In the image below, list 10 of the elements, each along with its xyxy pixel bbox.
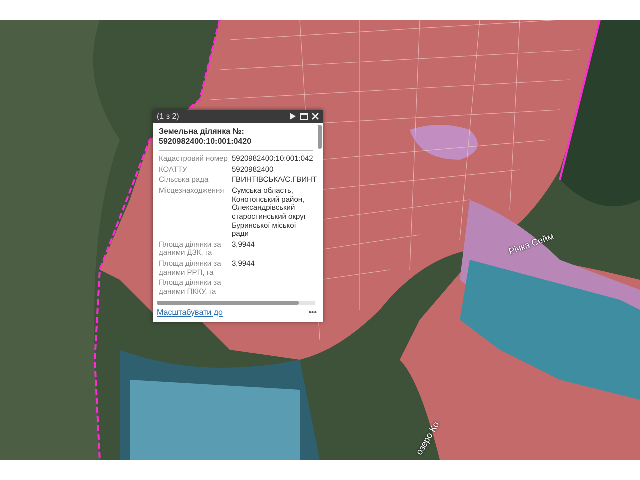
vertical-scrollbar[interactable] <box>318 125 322 149</box>
popup-title: Земельна ділянка №: 5920982400:10:001:0420 <box>159 127 313 152</box>
close-icon[interactable] <box>312 113 319 120</box>
more-menu-button[interactable]: ••• <box>308 306 317 319</box>
feature-counter: (1 з 2) <box>157 110 180 122</box>
zoom-to-link[interactable]: Масштабувати до <box>157 306 223 319</box>
maximize-icon[interactable] <box>300 113 308 120</box>
horizontal-scrollbar[interactable] <box>157 300 315 305</box>
river-label: Річка Сейм <box>507 230 556 259</box>
next-icon[interactable] <box>290 113 296 120</box>
